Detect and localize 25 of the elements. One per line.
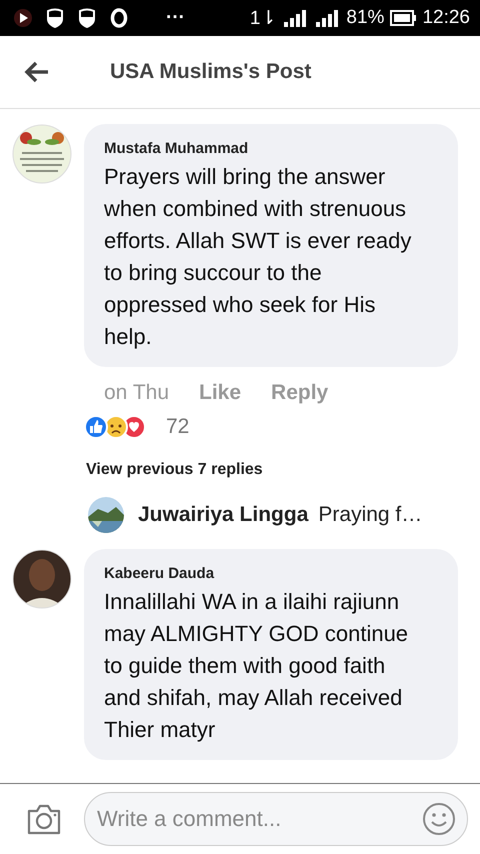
reply-author[interactable]: Juwairiya Lingga [138, 503, 308, 527]
shield-icon [78, 8, 96, 28]
comment-input-field[interactable]: Write a comment... [84, 792, 468, 846]
ring-icon [110, 8, 128, 28]
view-previous-replies-link[interactable]: View previous 7 replies [86, 461, 263, 479]
shield-icon [46, 8, 64, 28]
reaction-count: 72 [166, 415, 190, 439]
data-indicator: 1⇂ [250, 7, 276, 30]
back-arrow-icon [24, 61, 50, 83]
comment-author[interactable]: Mustafa Muhammad [104, 140, 428, 157]
comment-time: on Thu [104, 381, 169, 405]
signal-icon [314, 8, 340, 28]
page-title: USA Muslims's Post [110, 60, 312, 84]
play-icon [14, 9, 32, 27]
comment-author[interactable]: Kabeeru Dauda [104, 565, 428, 582]
reply-preview-text: Praying f… [318, 503, 422, 527]
more-notifications: ··· [166, 7, 185, 29]
battery-icon [390, 10, 416, 26]
camera-icon[interactable] [26, 803, 62, 835]
battery-percent: 81% [346, 7, 384, 29]
comment-text: Innalillahi WA in a ilaihi rajiunn may ALMIGHTY GOD continue to guide them with good faith and shifah, may Allah received Thier matyr [104, 588, 410, 744]
signal-icon [282, 8, 308, 28]
clock: 12:26 [422, 7, 470, 29]
emoji-icon[interactable] [422, 802, 456, 836]
comment-text: Prayers will bring the answer when combined with strenuous efforts. Allah SWT is ever ready to bring succour to the oppressed who seek for His help. [104, 163, 412, 351]
